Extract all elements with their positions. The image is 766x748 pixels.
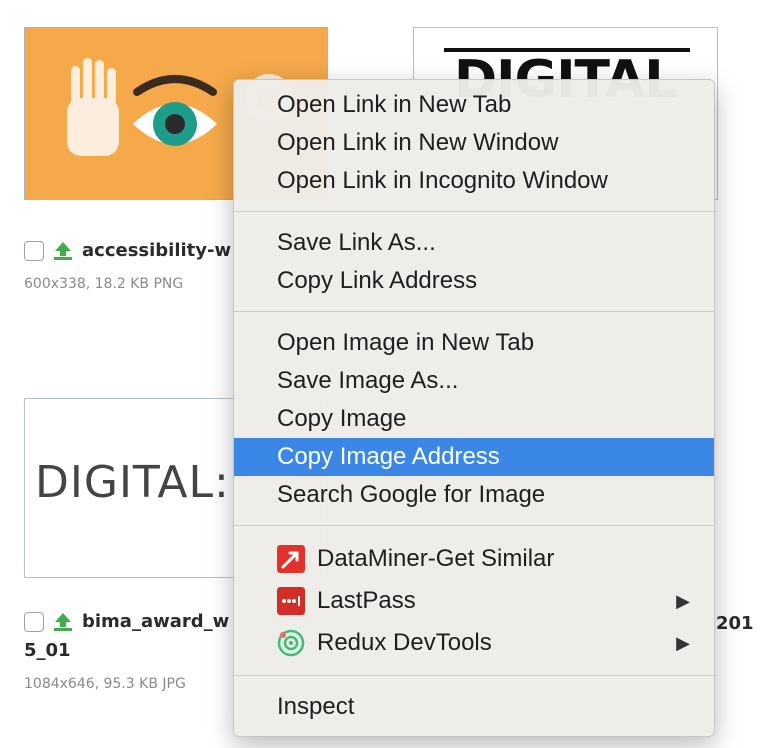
- menu-redux-devtools[interactable]: Redux DevTools ▶: [234, 622, 714, 664]
- file-name-line2[interactable]: 5_01: [24, 640, 71, 661]
- menu-copy-image[interactable]: Copy Image: [234, 400, 714, 438]
- file-name[interactable]: accessibility-w: [82, 240, 231, 261]
- digital-wordmark: DIGITAL:: [35, 457, 230, 508]
- submenu-arrow-icon: ▶: [676, 633, 690, 653]
- menu-lastpass[interactable]: LastPass ▶: [234, 580, 714, 622]
- lastpass-icon: [277, 587, 305, 615]
- menu-save-image-as[interactable]: Save Image As...: [234, 362, 714, 400]
- menu-dataminer[interactable]: DataMiner-Get Similar: [234, 538, 714, 580]
- context-menu: Open Link in New Tab Open Link in New Wi…: [233, 79, 715, 737]
- menu-separator: [234, 525, 714, 526]
- menu-copy-image-address[interactable]: Copy Image Address: [234, 438, 714, 476]
- menu-lastpass-label: LastPass: [317, 587, 416, 614]
- menu-open-link-incognito[interactable]: Open Link in Incognito Window: [234, 162, 714, 200]
- menu-separator: [234, 211, 714, 212]
- submenu-arrow-icon: ▶: [676, 591, 690, 611]
- menu-dataminer-label: DataMiner-Get Similar: [317, 545, 555, 572]
- file-meta: 600x338, 18.2 KB PNG: [24, 276, 184, 292]
- menu-inspect[interactable]: Inspect: [234, 688, 714, 726]
- menu-open-link-new-window[interactable]: Open Link in New Window: [234, 124, 714, 162]
- menu-separator: [234, 311, 714, 312]
- file-name-suffix[interactable]: 201: [716, 613, 754, 634]
- menu-search-google-for-image[interactable]: Search Google for Image: [234, 476, 714, 514]
- file-meta: 1084x646, 95.3 KB JPG: [24, 676, 186, 692]
- menu-open-link-new-tab[interactable]: Open Link in New Tab: [234, 86, 714, 124]
- menu-copy-link-address[interactable]: Copy Link Address: [234, 262, 714, 300]
- select-checkbox[interactable]: [24, 240, 44, 261]
- file-row-accessibility: accessibility-w: [24, 240, 231, 261]
- select-checkbox[interactable]: [24, 611, 44, 632]
- file-row-bima-award: bima_award_w: [24, 611, 229, 632]
- file-name[interactable]: bima_award_w: [82, 611, 229, 632]
- download-icon[interactable]: [52, 612, 74, 632]
- redux-devtools-icon: [277, 629, 305, 657]
- menu-open-image-new-tab[interactable]: Open Image in New Tab: [234, 324, 714, 362]
- download-icon[interactable]: [52, 241, 74, 261]
- dataminer-icon: [277, 545, 305, 573]
- menu-redux-devtools-label: Redux DevTools: [317, 629, 492, 656]
- menu-separator: [234, 675, 714, 676]
- menu-save-link-as[interactable]: Save Link As...: [234, 224, 714, 262]
